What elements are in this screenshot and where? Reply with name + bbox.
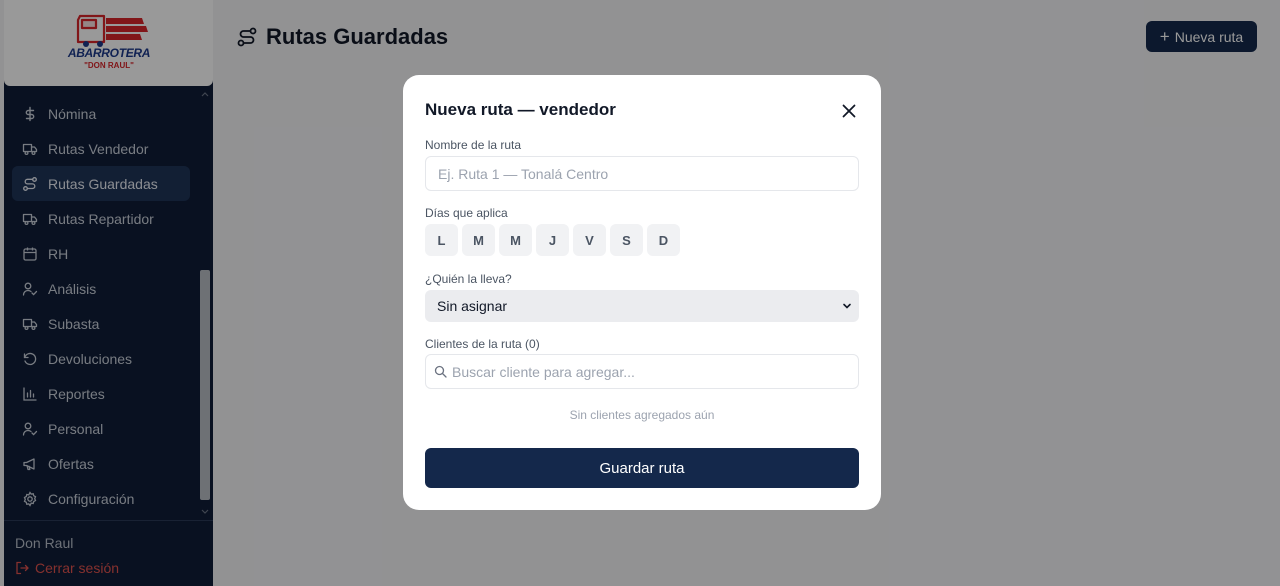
search-icon (434, 365, 447, 378)
empty-clients-message: Sin clientes agregados aún (569, 408, 715, 422)
chevron-down-icon (843, 303, 851, 309)
new-route-modal: Nueva ruta — vendedor Nombre de la ruta … (403, 75, 881, 510)
day-toggle-lunes[interactable]: L (425, 224, 458, 256)
assignee-selected-value: Sin asignar (437, 298, 508, 314)
clients-label: Clientes de la ruta (0) (425, 337, 540, 351)
save-route-button[interactable]: Guardar ruta (425, 448, 859, 488)
day-toggle-martes[interactable]: M (462, 224, 495, 256)
client-search-input[interactable] (452, 355, 852, 388)
days-selector: L M M J V S D (425, 224, 684, 256)
assignee-label: ¿Quién la lleva? (425, 272, 512, 286)
day-toggle-viernes[interactable]: V (573, 224, 606, 256)
assignee-select[interactable]: Sin asignar (425, 290, 859, 322)
day-toggle-miercoles[interactable]: M (499, 224, 532, 256)
modal-title: Nueva ruta — vendedor (425, 100, 616, 119)
close-icon[interactable] (839, 101, 859, 121)
days-label: Días que aplica (425, 206, 508, 220)
route-name-label: Nombre de la ruta (425, 138, 522, 152)
day-toggle-domingo[interactable]: D (647, 224, 680, 256)
route-name-input[interactable] (425, 156, 859, 191)
day-toggle-jueves[interactable]: J (536, 224, 569, 256)
day-toggle-sabado[interactable]: S (610, 224, 643, 256)
client-search-field[interactable] (425, 354, 859, 389)
